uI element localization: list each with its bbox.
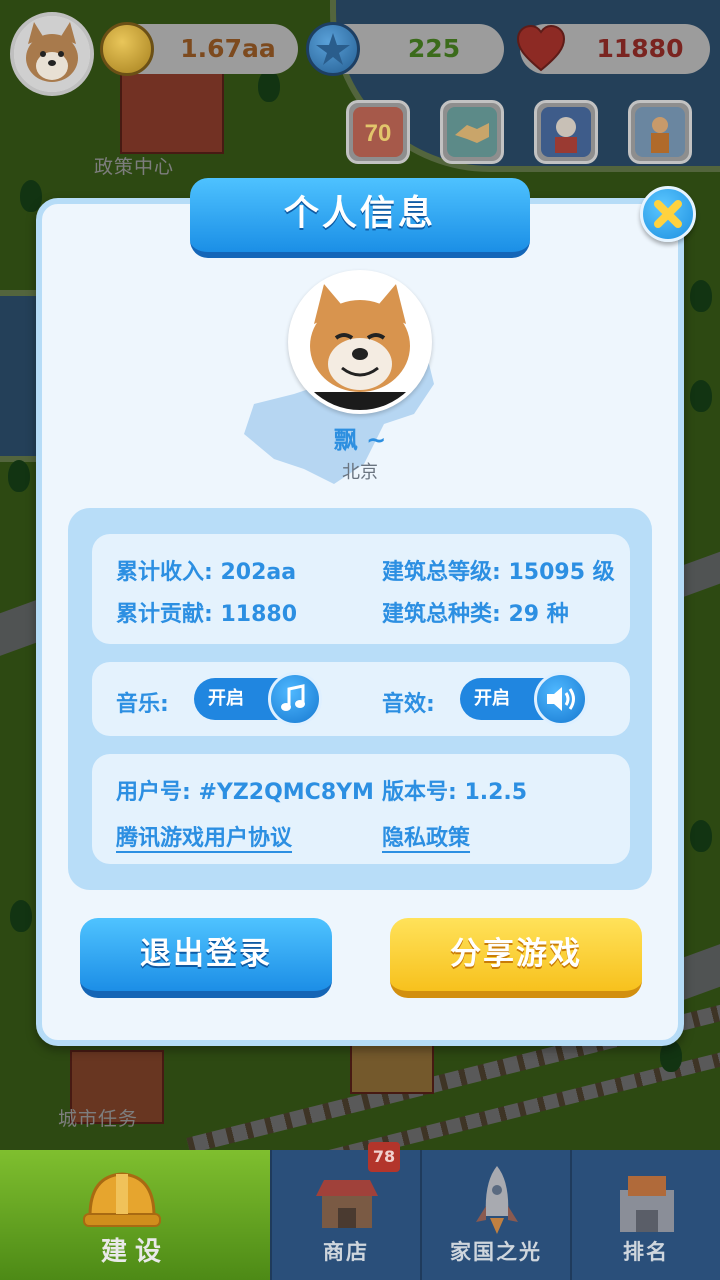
ranking-building-icon <box>620 1176 674 1232</box>
coin-value: 1.67aa <box>180 34 276 63</box>
music-state: 开启 <box>208 688 244 709</box>
tab-rank-label: 排名 <box>623 1240 669 1264</box>
player-nickname: 飘 ~ <box>333 426 387 454</box>
event-70-icon[interactable]: 70 <box>346 100 410 164</box>
player-avatar[interactable] <box>10 12 94 96</box>
close-button[interactable] <box>640 186 696 242</box>
tab-shop-label: 商店 <box>323 1240 369 1264</box>
rocket-icon <box>476 1166 518 1234</box>
version-number: 版本号: 1.2.5 <box>382 780 528 805</box>
sound-effect-state: 开启 <box>474 688 510 709</box>
shiba-dog-icon <box>14 16 90 92</box>
star-icon <box>306 22 360 76</box>
tab-build[interactable]: 建设 <box>0 1150 270 1280</box>
dialog-title: 个人信息 <box>190 178 530 258</box>
logout-button[interactable]: 退出登录 <box>80 918 332 998</box>
user-id: 用户号: #YZ2QMC8YM <box>116 780 374 805</box>
user-agreement-link[interactable]: 腾讯游戏用户协议 <box>116 820 292 852</box>
star-counter[interactable]: 225 <box>306 22 504 76</box>
building-total-types: 建筑总种类: 29 种 <box>382 602 569 627</box>
svg-text:70: 70 <box>365 120 392 147</box>
coin-counter[interactable]: 1.67aa <box>100 22 298 76</box>
shop-icon <box>316 1180 378 1228</box>
tab-homeland[interactable]: 家国之光 <box>420 1150 570 1280</box>
shop-notification-badge: 78 <box>368 1142 400 1172</box>
music-label: 音乐: <box>116 692 169 717</box>
coin-icon <box>100 22 154 76</box>
profile-avatar[interactable] <box>288 270 432 414</box>
hard-hat-icon <box>83 1172 161 1227</box>
player-city: 北京 <box>342 462 378 483</box>
heart-counter[interactable]: 11880 <box>516 24 710 74</box>
bottom-navigation: 建设 商店 家国之光 排名 <box>0 1150 720 1280</box>
firefighter-icon[interactable] <box>534 100 598 164</box>
total-income: 累计收入: 202aa <box>116 560 297 585</box>
close-icon <box>654 200 682 228</box>
share-game-button[interactable]: 分享游戏 <box>390 918 642 998</box>
tab-homeland-label: 家国之光 <box>450 1240 542 1264</box>
worker-icon[interactable] <box>628 100 692 164</box>
heart-value: 11880 <box>596 34 684 63</box>
tab-rank[interactable]: 排名 <box>570 1150 720 1280</box>
total-contribution: 累计贡献: 11880 <box>116 602 297 627</box>
tab-build-label: 建设 <box>100 1237 169 1267</box>
music-note-icon <box>268 672 322 726</box>
building-total-level: 建筑总等级: 15095 级 <box>382 560 615 585</box>
speaker-icon <box>534 672 588 726</box>
heart-icon <box>514 22 568 76</box>
privacy-policy-link[interactable]: 隐私政策 <box>382 820 470 852</box>
handshake-icon[interactable] <box>440 100 504 164</box>
shiba-dog-icon <box>292 274 428 410</box>
sound-effect-toggle[interactable]: 开启 <box>460 672 588 726</box>
music-toggle[interactable]: 开启 <box>194 672 322 726</box>
sound-effect-label: 音效: <box>382 692 435 717</box>
star-value: 225 <box>407 34 461 63</box>
